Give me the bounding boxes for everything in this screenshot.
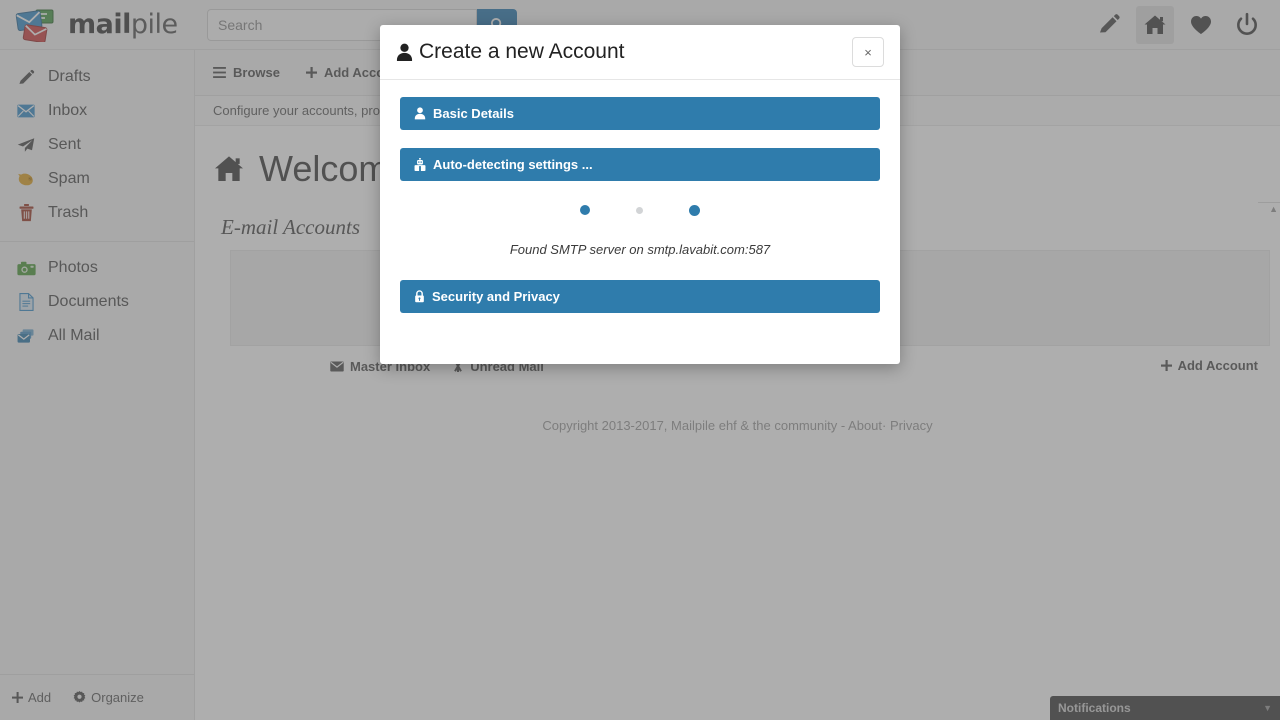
- step-label: Basic Details: [433, 106, 514, 121]
- user-icon: [396, 43, 413, 62]
- step-label: Security and Privacy: [432, 289, 560, 304]
- modal-title-text: Create a new Account: [419, 40, 625, 63]
- progress-dot-2: [636, 206, 643, 214]
- status-text: Found SMTP server on smtp.lavabit.com:58…: [509, 242, 771, 257]
- modal-close-label: ×: [864, 44, 872, 60]
- app-root: mailpile: [0, 0, 1280, 720]
- step-label: Auto-detecting settings ...: [433, 157, 593, 172]
- lock-icon: [414, 290, 425, 303]
- user-icon: [414, 107, 426, 120]
- step-security-and-privacy[interactable]: Security and Privacy: [400, 280, 880, 313]
- modal-title: Create a new Account: [396, 40, 624, 64]
- step-auto-detecting-settings[interactable]: Auto-detecting settings ...: [400, 148, 880, 181]
- modal-body: Basic Details Auto-detecting settings ..…: [380, 80, 900, 313]
- modal-header: Create a new Account ×: [380, 25, 900, 80]
- progress-dots: [400, 199, 880, 221]
- close-icon[interactable]: ×: [852, 37, 884, 67]
- create-account-modal: Create a new Account × Basic Details Aut…: [380, 25, 900, 364]
- robot-icon: [414, 158, 426, 171]
- progress-dot-3: [689, 204, 700, 216]
- progress-dot-1: [580, 205, 590, 215]
- step-basic-details[interactable]: Basic Details: [400, 97, 880, 130]
